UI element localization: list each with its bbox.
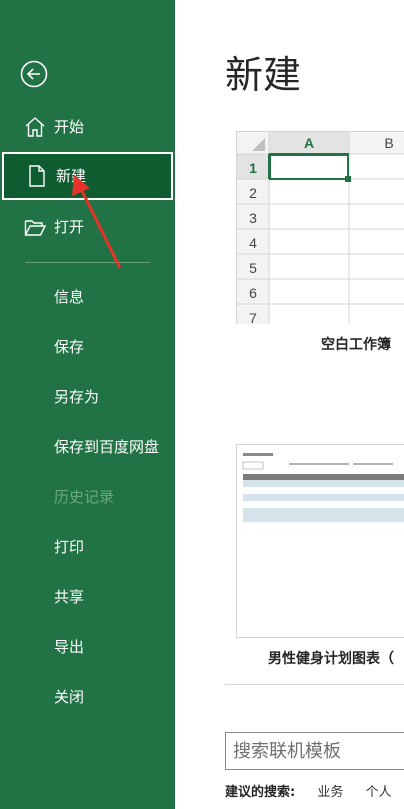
- row-header: 2: [249, 185, 257, 201]
- sidebar-item-history: 历史记录: [0, 473, 175, 521]
- row-header: 4: [249, 235, 257, 251]
- page-title: 新建: [225, 53, 302, 97]
- sidebar-item-export[interactable]: 导出: [0, 623, 175, 671]
- home-icon: [25, 117, 45, 137]
- sidebar-item-info[interactable]: 信息: [0, 273, 175, 321]
- sidebar-item-label: 另存为: [54, 388, 100, 406]
- sidebar-item-home[interactable]: 开始: [0, 103, 175, 151]
- template-name-fitness[interactable]: 男性健身计划图表（: [268, 648, 394, 668]
- sidebar-item-label: 开始: [54, 118, 85, 136]
- suggested-link-personal[interactable]: 个人: [366, 785, 392, 800]
- row-header: 5: [249, 260, 257, 276]
- sidebar-item-close[interactable]: 关闭: [0, 673, 175, 721]
- search-online-templates[interactable]: [225, 732, 404, 770]
- row-header: 6: [249, 285, 257, 301]
- sidebar-item-label: 共享: [54, 588, 85, 606]
- row-header: 3: [249, 210, 257, 226]
- back-button[interactable]: [19, 59, 49, 89]
- sidebar-item-save-to-baidu[interactable]: 保存到百度网盘: [0, 423, 175, 471]
- sidebar-item-label: 打印: [54, 538, 85, 556]
- sidebar-item-label: 历史记录: [54, 488, 115, 506]
- sidebar-divider: [25, 262, 150, 263]
- search-input[interactable]: [226, 733, 403, 769]
- sidebar-item-save[interactable]: 保存: [0, 323, 175, 371]
- sidebar-item-label: 信息: [54, 288, 85, 306]
- sidebar-item-save-as[interactable]: 另存为: [0, 373, 175, 421]
- template-fitness-chart[interactable]: [236, 444, 404, 638]
- backstage-sidebar: 开始 新建 打开 信息 保存 另存为 保存到百度网盘 历史记录 打印 共享 导出…: [0, 0, 175, 809]
- back-arrow-icon: [20, 60, 48, 88]
- sidebar-item-label: 保存: [54, 338, 85, 356]
- sidebar-item-new[interactable]: 新建: [2, 152, 173, 200]
- sidebar-item-label: 导出: [54, 638, 85, 656]
- suggested-link-business[interactable]: 业务: [317, 785, 343, 800]
- column-header-b: B: [384, 135, 393, 151]
- sidebar-item-open[interactable]: 打开: [0, 203, 175, 251]
- folder-open-icon: [24, 220, 46, 236]
- template-blank-workbook[interactable]: A B 1 2 3 4 5 6 7: [236, 131, 404, 324]
- row-header: 1: [249, 160, 257, 176]
- suggested-label: 建议的搜索:: [225, 785, 296, 800]
- sidebar-item-print[interactable]: 打印: [0, 523, 175, 571]
- sidebar-item-label: 新建: [56, 167, 87, 185]
- column-header-a: A: [304, 135, 314, 151]
- new-document-icon: [29, 165, 45, 187]
- section-divider: [225, 684, 404, 685]
- sidebar-item-share[interactable]: 共享: [0, 573, 175, 621]
- fitness-template-preview: [242, 453, 404, 523]
- spreadsheet-preview: A B 1 2 3 4 5 6 7: [237, 132, 404, 324]
- template-name-blank[interactable]: 空白工作簿: [321, 334, 391, 354]
- row-header: 7: [249, 310, 257, 324]
- sidebar-item-label: 关闭: [54, 688, 85, 706]
- sidebar-item-label: 保存到百度网盘: [54, 438, 160, 456]
- suggested-searches: 建议的搜索: 业务 个人: [225, 781, 392, 800]
- sidebar-item-label: 打开: [54, 218, 85, 236]
